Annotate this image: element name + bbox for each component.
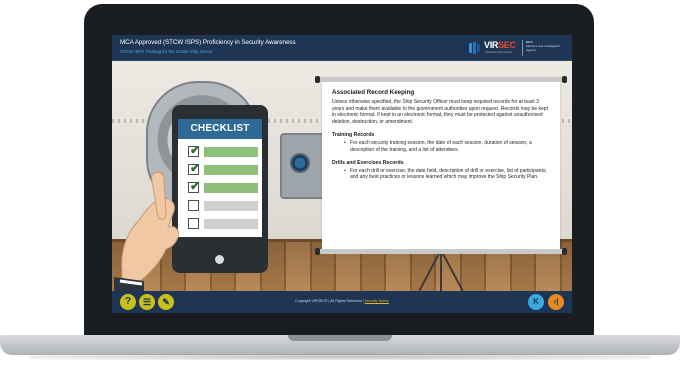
security-notice-link[interactable]: Security Notice xyxy=(365,299,389,303)
course-header: MCA Approved (STCW ISPS) Proficiency in … xyxy=(112,35,572,61)
mca-partner-logo: MCA Maritime and Coastguard Agency xyxy=(526,40,560,52)
rail-cap xyxy=(562,76,567,83)
checkbox-icon xyxy=(188,218,199,229)
laptop-notch xyxy=(288,335,392,341)
board-top-rail xyxy=(317,77,565,82)
tripod-leg-center xyxy=(440,250,442,291)
checkbox-icon: ✔ xyxy=(188,179,201,193)
checklist-bar xyxy=(204,165,258,175)
copyright-text: Copyright VIRSEC® | All Rights Reserved … xyxy=(295,299,389,303)
checklist-row xyxy=(188,217,258,231)
rail-cap xyxy=(562,248,567,255)
drills-records-list: For each drill or exercise, the date hel… xyxy=(332,168,550,181)
checkbox-icon: ✔ xyxy=(188,161,201,175)
course-subtitle: STCW ISPS Training for the Cruise Ship S… xyxy=(120,49,213,54)
course-title: MCA Approved (STCW ISPS) Proficiency in … xyxy=(120,39,296,46)
checklist-bar xyxy=(204,183,258,193)
checkmark-icon: ✔ xyxy=(190,179,201,193)
virsec-tagline: Virtual Security Training xyxy=(485,51,513,54)
course-screen: MCA Approved (STCW ISPS) Proficiency in … xyxy=(112,35,572,313)
checklist-title: CHECKLIST xyxy=(190,123,250,134)
content-board: Associated Record Keeping Unless otherwi… xyxy=(322,81,560,250)
course-footer: ? ☰ ✎ Copyright VIRSEC® | All Rights Res… xyxy=(112,291,572,313)
virsec-logo-icon xyxy=(469,42,480,54)
lesson-scene: CHECKLIST ✔ ✔ ✔ Associated Record Keeping … xyxy=(112,61,572,291)
tablet-home-button xyxy=(215,255,224,264)
laptop-shadow xyxy=(30,354,650,360)
list-item: For each security training session, the … xyxy=(344,140,550,153)
logo-divider xyxy=(522,40,523,56)
checklist-row xyxy=(188,199,258,213)
board-heading: Associated Record Keeping xyxy=(332,89,415,96)
checkmark-icon: ✔ xyxy=(190,143,201,157)
section-title-training: Training Records xyxy=(332,132,375,139)
training-records-list: For each security training session, the … xyxy=(332,140,550,153)
checklist-bar xyxy=(204,201,258,211)
virsec-logo-text: VIRSEC xyxy=(484,40,516,50)
rail-cap xyxy=(315,248,320,255)
checkbox-icon xyxy=(188,200,199,211)
rail-cap xyxy=(315,76,320,83)
checkbox-icon: ✔ xyxy=(188,143,201,157)
section-title-drills: Drills and Exercises Records xyxy=(332,159,404,166)
previous-button[interactable]: K xyxy=(528,294,544,310)
checklist-bar xyxy=(204,219,258,229)
next-button[interactable]: ›| xyxy=(548,294,564,310)
board-intro: Unless otherwise specified, the Ship Sec… xyxy=(332,99,548,125)
hand-illustration xyxy=(114,171,179,291)
board-bottom-rail xyxy=(317,249,565,254)
checkmark-icon: ✔ xyxy=(190,161,201,175)
checklist-row: ✔ xyxy=(188,161,258,177)
safe-dial-icon xyxy=(290,153,310,173)
checklist-row: ✔ xyxy=(188,143,258,159)
virsec-logo: VIRSEC Virtual Security Training MCA Mari… xyxy=(468,39,564,57)
checklist-bar xyxy=(204,147,258,157)
checklist-row: ✔ xyxy=(188,179,258,195)
list-item: For each drill or exercise, the date hel… xyxy=(344,168,550,181)
